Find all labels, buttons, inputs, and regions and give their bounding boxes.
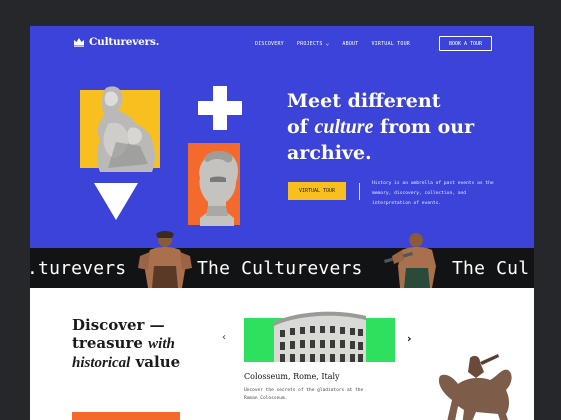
landing-page: Culturevers. DISCOVERY PROJECTS ⌄ ABOUT V… (30, 26, 534, 420)
discover-title-line-1: Discover — (72, 316, 165, 334)
main-nav: DISCOVERY PROJECTS ⌄ ABOUT VIRTUAL TOUR (255, 40, 410, 47)
nav-about-label: ABOUT (342, 40, 359, 47)
nav-about[interactable]: ABOUT (342, 41, 358, 47)
hero-description: History is an umbrella of past events as… (372, 181, 494, 206)
chevron-right-icon[interactable]: › (407, 332, 412, 345)
divider (359, 183, 360, 200)
discover-section: Discover — treasure with historical valu… (30, 288, 534, 420)
discover-title-treasure: treasure (72, 334, 143, 352)
brand-name: Culturevers. (89, 36, 160, 48)
nav-discovery[interactable]: DISCOVERY (255, 41, 284, 47)
triangle-shape (94, 183, 138, 220)
marquee-text-right: The Cul (452, 258, 530, 279)
crown-icon (74, 38, 84, 47)
chevron-down-icon: ⌄ (325, 40, 330, 47)
hero-headline: Meet different of culture from our archi… (287, 88, 507, 166)
marquee-banner: .turevers The Culturevers The Cul (30, 248, 534, 288)
discover-title-value: value (135, 353, 181, 371)
statue-mother-child-image (97, 86, 155, 172)
discover-title-with: with (148, 336, 175, 352)
headline-line-3: archive. (287, 142, 372, 164)
discover-title-historical: historical (72, 355, 131, 371)
nav-virtual-tour-label: VIRTUAL TOUR (371, 40, 410, 47)
virtual-tour-button[interactable]: VIRTUAL TOUR (288, 182, 346, 200)
nav-projects-label: PROJECTS (296, 40, 323, 47)
chevron-left-icon[interactable]: ‹ (222, 332, 226, 343)
statue-bust-image (199, 150, 238, 226)
brand-logo[interactable]: Culturevers. (73, 36, 159, 48)
marquee-text-left: .turevers (30, 258, 127, 279)
book-tour-button[interactable]: BOOK A TOUR (439, 36, 492, 51)
explore-button[interactable] (72, 412, 180, 420)
card-title: Colosseum, Rome, Italy (244, 372, 340, 381)
discover-title: Discover — treasure with historical valu… (72, 316, 202, 372)
hero-section: Culturevers. DISCOVERY PROJECTS ⌄ ABOUT V… (30, 26, 534, 248)
card-description: Uncover the secrets of the gladiators at… (244, 388, 364, 401)
gladiator-image (138, 231, 192, 288)
gladiator-with-sword-image (384, 233, 436, 288)
headline-line-1: Meet different (287, 90, 441, 112)
headline-of: of (287, 116, 308, 138)
headline-rest: from our (380, 116, 475, 138)
headline-culture: culture (314, 116, 374, 138)
marquee-text-middle: The Culturevers (197, 258, 363, 279)
nav-discovery-label: DISCOVERY (255, 40, 284, 47)
colosseum-image[interactable] (244, 300, 395, 362)
plus-shape (198, 86, 242, 130)
nav-projects[interactable]: PROJECTS ⌄ (297, 40, 330, 47)
equestrian-statue-image (439, 354, 512, 420)
nav-virtual-tour[interactable]: VIRTUAL TOUR (371, 41, 410, 47)
